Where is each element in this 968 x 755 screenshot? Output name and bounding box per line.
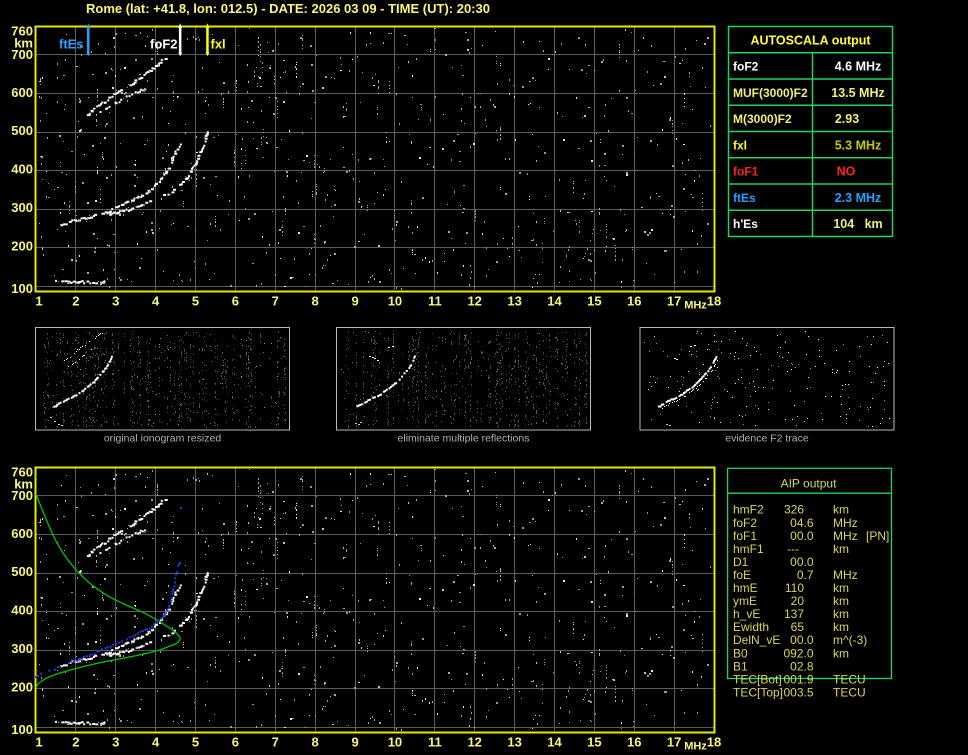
svg-text:MHz: MHz (833, 568, 858, 582)
svg-text:original ionogram resized: original ionogram resized (104, 433, 221, 445)
svg-text:km: km (833, 581, 849, 595)
svg-text:---: --- (787, 542, 799, 556)
svg-text:DelN_vE: DelN_vE (733, 633, 780, 647)
svg-text:fxl: fxl (211, 37, 226, 52)
svg-text:ftEs: ftEs (733, 191, 756, 205)
svg-text:TECU: TECU (833, 685, 866, 699)
svg-text:003.5: 003.5 (783, 685, 813, 699)
svg-text:M(3000)F2: M(3000)F2 (733, 112, 792, 126)
svg-text:h_vE: h_vE (733, 607, 760, 621)
svg-text:foF2: foF2 (733, 60, 759, 74)
svg-text:TEC[Top]: TEC[Top] (733, 685, 783, 699)
svg-text:Ewidth: Ewidth (733, 620, 769, 634)
svg-text:04.6: 04.6 (790, 516, 814, 530)
svg-text:104 km: 104 km (833, 217, 882, 231)
svg-text:foF1: foF1 (733, 529, 757, 543)
svg-text:2.3 MHz: 2.3 MHz (835, 191, 882, 205)
svg-text:65: 65 (791, 620, 805, 634)
svg-text:001.9: 001.9 (783, 672, 813, 686)
svg-text:km: km (833, 542, 849, 556)
svg-text:137: 137 (784, 607, 804, 621)
svg-text:evidence F2 trace: evidence F2 trace (725, 433, 809, 445)
svg-text:D1: D1 (733, 555, 749, 569)
svg-text:hmE: hmE (733, 581, 758, 595)
svg-text:00.0: 00.0 (790, 633, 814, 647)
svg-text:ymE: ymE (733, 594, 757, 608)
svg-text:foE: foE (733, 568, 751, 582)
svg-text:Rome (lat: +41.8, lon: 012.5): Rome (lat: +41.8, lon: 012.5) - DATE: 20… (86, 1, 490, 16)
svg-text:km: km (833, 646, 849, 660)
svg-text:m^(-3): m^(-3) (833, 633, 867, 647)
svg-text:km: km (833, 503, 849, 517)
svg-text:eliminate multiple reflections: eliminate multiple reflections (398, 433, 530, 445)
svg-text:km: km (833, 594, 849, 608)
svg-text:02.8: 02.8 (790, 659, 814, 673)
svg-text:TEC[Bot]: TEC[Bot] (733, 672, 782, 686)
svg-text:ftEs: ftEs (59, 37, 84, 52)
svg-text:0.7: 0.7 (797, 568, 814, 582)
svg-text:TECU: TECU (833, 672, 866, 686)
svg-text:326: 326 (784, 503, 804, 517)
svg-text:foF2: foF2 (150, 37, 177, 52)
svg-text:AUTOSCALA output: AUTOSCALA output (750, 34, 871, 48)
svg-text:foF2: foF2 (733, 516, 757, 530)
svg-text:MHz: MHz (833, 516, 858, 530)
svg-text:MHz: MHz (833, 529, 858, 543)
svg-text:4.6 MHz: 4.6 MHz (835, 60, 882, 74)
svg-text:B0: B0 (733, 646, 748, 660)
svg-text:AIP output: AIP output (781, 477, 837, 491)
svg-text:fxl: fxl (733, 138, 747, 152)
svg-text:13.5 MHz: 13.5 MHz (831, 86, 885, 100)
svg-text:MUF(3000)F2: MUF(3000)F2 (733, 86, 808, 100)
svg-text:km: km (833, 620, 849, 634)
svg-text:NO: NO (837, 165, 856, 179)
svg-text:5.3 MHz: 5.3 MHz (835, 138, 882, 152)
svg-text:B1: B1 (733, 659, 748, 673)
svg-text:hmF2: hmF2 (733, 503, 764, 517)
svg-text:110: 110 (785, 581, 804, 595)
svg-text:hmF1: hmF1 (733, 542, 764, 556)
svg-text:00.0: 00.0 (790, 529, 814, 543)
svg-text:092.0: 092.0 (783, 646, 813, 660)
svg-text:20: 20 (791, 594, 805, 608)
svg-text:km: km (833, 607, 849, 621)
svg-text:[PN]: [PN] (866, 529, 889, 543)
svg-text:foF1: foF1 (733, 165, 759, 179)
svg-text:h'Es: h'Es (733, 217, 758, 231)
svg-text:2.93: 2.93 (835, 112, 859, 126)
svg-text:00.0: 00.0 (790, 555, 814, 569)
